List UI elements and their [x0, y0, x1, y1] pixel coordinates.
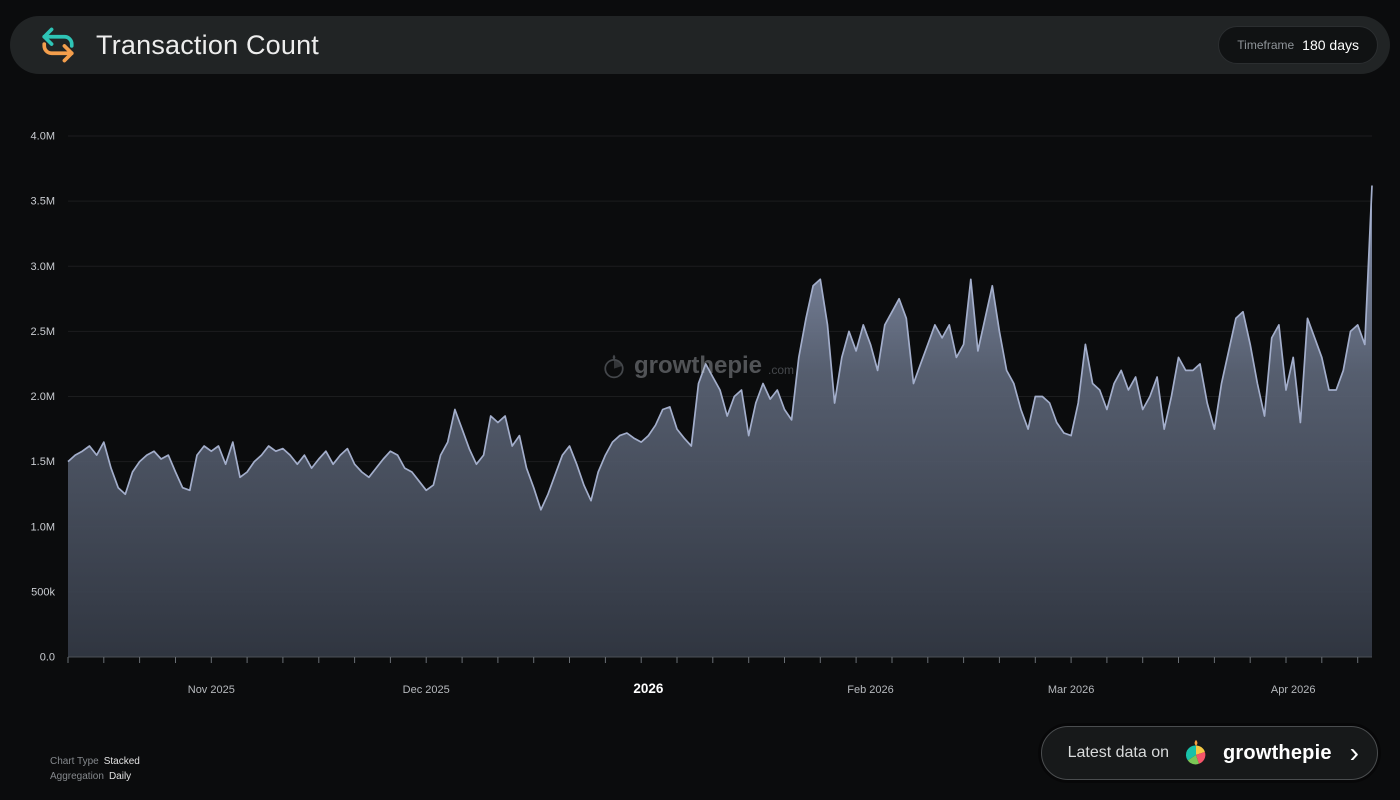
chart-canvas[interactable]: 0.0 500k 1.0M 1.5M 2.0M 2.5M 3.0M 3.5M 4.0M Nov 2…	[0, 0, 1400, 800]
growthepie-logo-icon	[1181, 738, 1211, 768]
y-tick-label: 2.0M	[31, 391, 55, 403]
aggregation-value: Daily	[109, 771, 131, 782]
x-tick-label: 2026	[633, 681, 664, 696]
y-tick-label: 3.5M	[31, 196, 55, 208]
chart-type-label: Chart Type	[50, 756, 99, 767]
aggregation-label: Aggregation	[50, 771, 104, 782]
y-tick-label: 3.0M	[31, 261, 55, 273]
y-tick-label: 500k	[31, 586, 55, 598]
x-tick-label: Apr 2026	[1271, 684, 1316, 696]
transaction-count-icon	[36, 23, 80, 67]
latest-data-button[interactable]: Latest data on growthepie ›	[1041, 726, 1378, 780]
timeframe-selector[interactable]: Timeframe 180 days	[1218, 26, 1378, 64]
y-tick-label: 1.0M	[31, 521, 55, 533]
aggregation-row: Aggregation Daily	[50, 769, 140, 784]
x-tick-label: Nov 2025	[188, 684, 235, 696]
y-tick-label: 2.5M	[31, 326, 55, 338]
chart-type-row: Chart Type Stacked	[50, 754, 140, 769]
page-title: Transaction Count	[96, 30, 319, 61]
cta-brand: growthepie	[1223, 742, 1332, 765]
y-tick-label: 0.0	[40, 652, 55, 664]
timeframe-label: Timeframe	[1237, 38, 1294, 52]
y-tick-label: 4.0M	[31, 131, 55, 143]
x-tick-label: Feb 2026	[847, 684, 893, 696]
chart-type-value: Stacked	[104, 756, 140, 767]
cta-prefix: Latest data on	[1068, 744, 1169, 762]
y-tick-label: 1.5M	[31, 456, 55, 468]
header-bar: Transaction Count Timeframe 180 days	[10, 16, 1390, 74]
x-tick-label: Dec 2025	[403, 684, 450, 696]
timeframe-value: 180 days	[1302, 37, 1359, 53]
chevron-right-icon: ›	[1350, 742, 1359, 764]
x-tick-label: Mar 2026	[1048, 684, 1094, 696]
area-fill	[68, 186, 1372, 658]
chart-meta: Chart Type Stacked Aggregation Daily	[50, 754, 140, 784]
